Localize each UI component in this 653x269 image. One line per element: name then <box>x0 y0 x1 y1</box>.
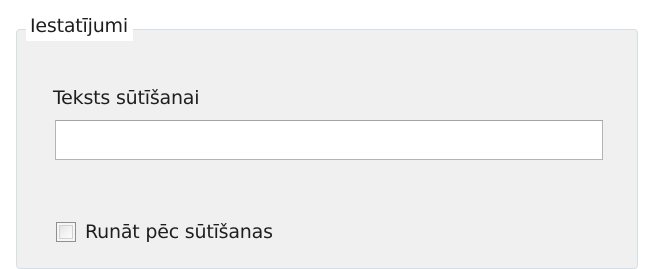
send-text-label: Teksts sūtīšanai <box>53 87 200 109</box>
send-text-input[interactable] <box>55 120 603 160</box>
speak-after-send-label[interactable]: Runāt pēc sūtīšanas <box>85 218 273 246</box>
settings-group-title: Iestatījumi <box>26 11 133 41</box>
speak-after-send-option[interactable]: Runāt pēc sūtīšanas <box>56 216 273 248</box>
speak-after-send-checkbox[interactable] <box>56 222 76 242</box>
